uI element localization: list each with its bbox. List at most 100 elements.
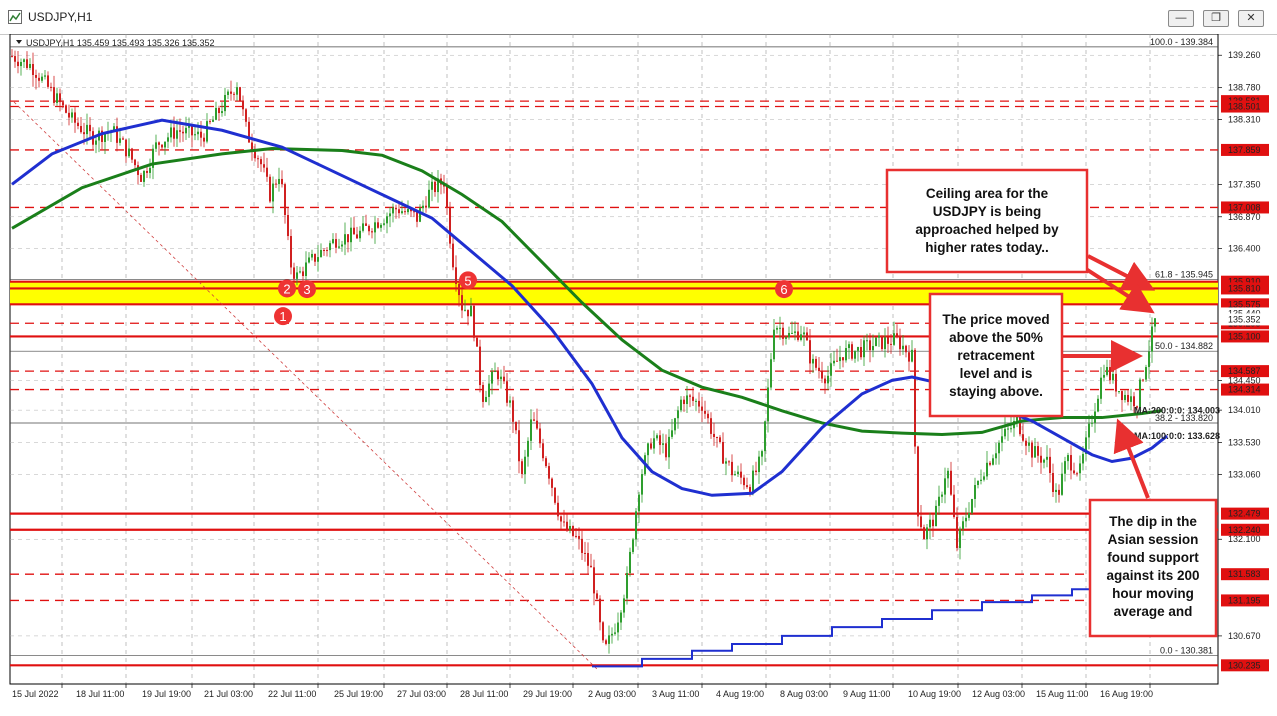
restore-icon: ❐ [1211, 12, 1221, 24]
candle-body [572, 526, 574, 536]
candle-body [728, 461, 730, 463]
annotation-text: found support [1107, 550, 1199, 565]
candle-body [782, 327, 784, 339]
x-tick-label: 15 Aug 11:00 [1036, 689, 1088, 699]
candle-body [275, 183, 277, 185]
candle-body [515, 421, 517, 431]
x-tick-label: 28 Jul 11:00 [460, 689, 508, 699]
candle-body [587, 553, 589, 566]
candle-body [65, 105, 67, 113]
price-axis: 139.260138.780138.310137.350136.870136.4… [1218, 50, 1269, 672]
maximize-button[interactable]: ❐ [1203, 10, 1229, 27]
candle-body [194, 134, 196, 136]
candle-body [221, 111, 223, 114]
candle-body [281, 178, 283, 185]
candle-body [185, 127, 187, 134]
candle-body [272, 183, 274, 202]
window-title: USDJPY,H1 [28, 10, 93, 24]
candle-body [260, 159, 262, 165]
x-tick-label: 9 Aug 11:00 [843, 689, 890, 699]
candle-body [44, 75, 46, 77]
candle-body [812, 358, 814, 364]
candle-body [302, 271, 304, 276]
annotation-text: against its 200 [1106, 568, 1199, 583]
minimize-button[interactable]: — [1168, 10, 1194, 27]
candle-body [575, 535, 577, 537]
candle-body [26, 59, 28, 68]
x-tick-label: 22 Jul 11:00 [268, 689, 316, 699]
candle-body [494, 371, 496, 373]
candle-body [176, 130, 178, 139]
candle-body [965, 517, 967, 522]
candle-body [983, 476, 985, 480]
level-tag-text: 138.501 [1228, 102, 1261, 112]
candle-body [833, 360, 835, 364]
candle-body [659, 435, 661, 445]
annotation-text: above the 50% [949, 330, 1043, 345]
candle-body [647, 443, 649, 456]
candle-body [785, 337, 787, 339]
candle-body [20, 61, 22, 67]
candle-body [1055, 489, 1057, 492]
candle-body [722, 441, 724, 464]
candle-body [803, 332, 805, 335]
candle-body [953, 494, 955, 518]
candle-body [818, 367, 820, 372]
candle-body [53, 87, 55, 103]
annotation-text: Ceiling area for the [926, 186, 1049, 201]
candle-body [1130, 396, 1132, 402]
candle-body [941, 494, 943, 497]
x-tick-label: 18 Jul 11:00 [76, 689, 124, 699]
x-tick-label: 27 Jul 03:00 [397, 689, 446, 699]
chart-header: USDJPY,H1 135.459 135.493 135.326 135.35… [16, 38, 215, 48]
candle-body [1103, 374, 1105, 378]
candle-body [38, 77, 40, 81]
candle-body [71, 112, 73, 118]
candle-body [827, 375, 829, 384]
candle-body [359, 230, 361, 239]
candle-body [1079, 463, 1081, 474]
candle-body [356, 234, 358, 239]
x-tick-label: 8 Aug 03:00 [780, 689, 828, 699]
candle-body [290, 236, 292, 268]
candle-body [257, 158, 259, 160]
candle-body [467, 309, 469, 317]
minimize-icon: — [1175, 12, 1187, 24]
candle-body [47, 75, 49, 87]
candle-body [746, 485, 748, 488]
candle-body [887, 337, 889, 344]
candle-body [83, 132, 85, 135]
candle-body [752, 470, 754, 494]
candle-body [698, 400, 700, 407]
candle-body [332, 239, 334, 244]
candle-body [371, 231, 373, 233]
candle-body [854, 350, 856, 359]
candle-body [845, 348, 847, 361]
candle-body [164, 141, 166, 148]
price-chart[interactable]: 100.0 - 139.384 61.8 - 135.945 50.0 - 134.… [0, 34, 1277, 716]
close-button[interactable]: ✕ [1238, 10, 1264, 27]
candle-body [521, 461, 523, 475]
candle-body [860, 347, 862, 358]
candle-body [320, 250, 322, 258]
candle-body [623, 598, 625, 613]
x-tick-label: 29 Jul 19:00 [523, 689, 572, 699]
candle-body [1067, 455, 1069, 462]
candle-body [479, 346, 481, 386]
candle-body [59, 93, 61, 103]
candle-body [1109, 367, 1111, 381]
y-tick-label: 139.260 [1228, 50, 1261, 60]
candle-body [80, 126, 82, 133]
candle-body [797, 331, 799, 340]
candle-body [23, 59, 25, 62]
candle-body [980, 479, 982, 481]
annotation-text: hour moving [1112, 586, 1194, 601]
candle-body [629, 551, 631, 574]
candle-body [167, 137, 169, 142]
current-price-tag-text: 135.352 [1228, 314, 1261, 324]
candle-body [992, 458, 994, 465]
candle-body [1070, 455, 1072, 471]
candle-body [680, 399, 682, 411]
candle-body [539, 428, 541, 444]
candle-body [1064, 461, 1066, 474]
